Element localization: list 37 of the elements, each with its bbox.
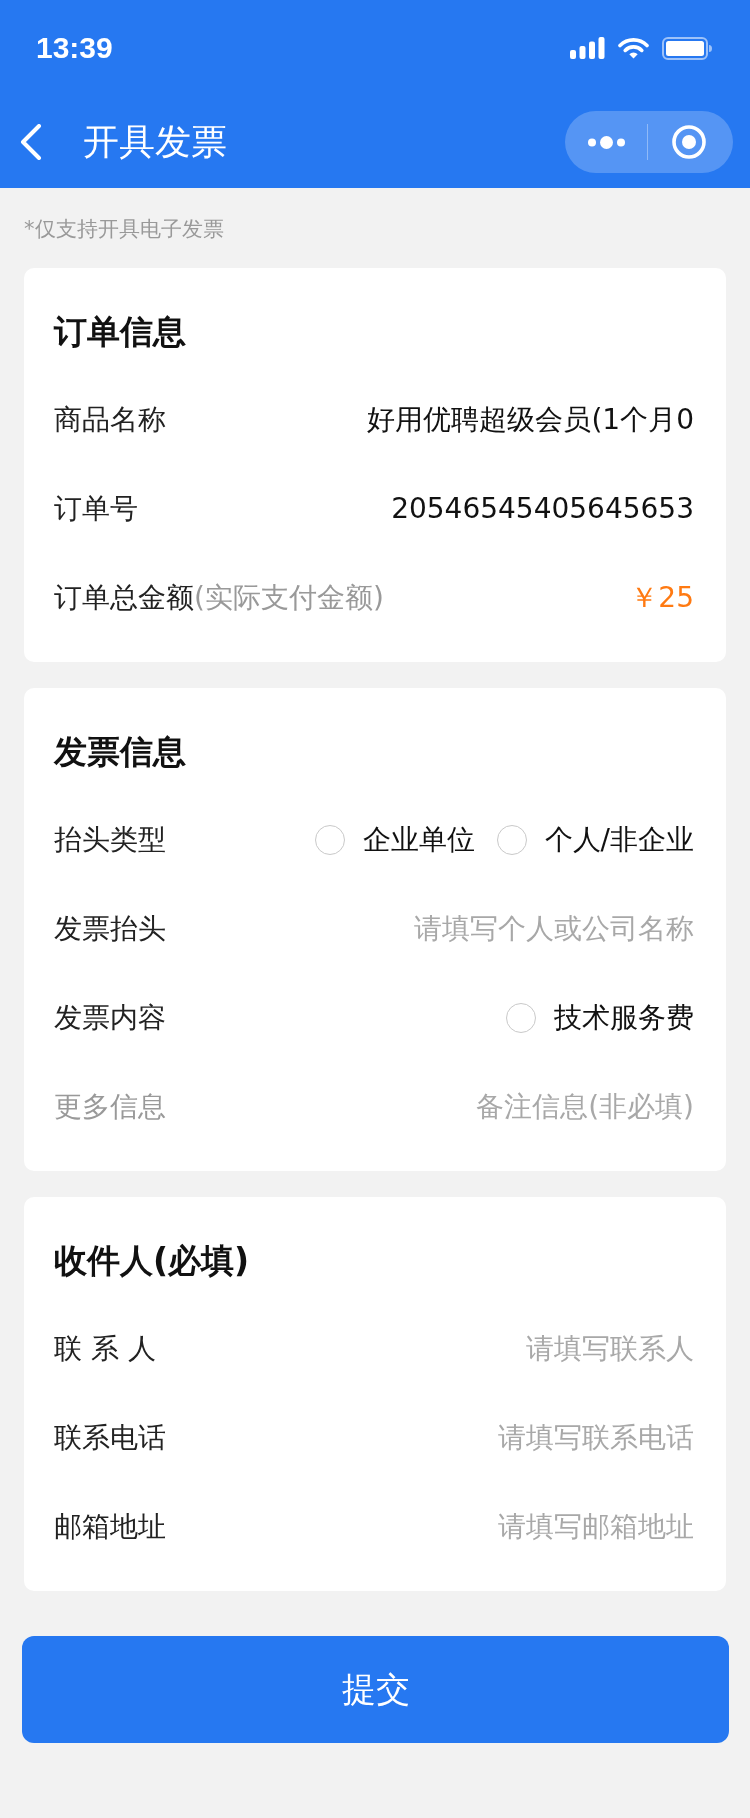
radio-label[interactable]: 企业单位 <box>362 821 475 858</box>
radio-label[interactable]: 技术服务费 <box>554 999 694 1036</box>
card-title: 发票信息 <box>54 731 187 773</box>
row-label: 联系电话 <box>54 1419 166 1456</box>
radio-button[interactable] <box>506 1002 536 1033</box>
wifi-icon <box>618 37 649 59</box>
more-icon[interactable] <box>588 135 625 149</box>
amount-value: ￥25 <box>630 579 694 616</box>
input-field[interactable]: 请填写联系人 <box>526 1330 694 1367</box>
row-label: 订单号 <box>54 490 138 527</box>
input-field[interactable]: 请填写邮箱地址 <box>498 1508 694 1545</box>
input-field[interactable]: 请填写个人或公司名称 <box>414 910 694 947</box>
row-value: 好用优聘超级会员(1个月0 <box>367 401 694 438</box>
row-label: 订单总金额(实际支付金额) <box>54 579 384 616</box>
card-title: 收件人(必填) <box>54 1240 251 1282</box>
radio-button[interactable] <box>496 824 527 855</box>
row-label: 抬头类型 <box>54 821 166 858</box>
submit-button[interactable]: 提交 <box>22 1636 729 1743</box>
status-time: 13:39 <box>36 31 113 65</box>
signal-icon <box>570 37 605 59</box>
target-icon[interactable] <box>672 125 706 159</box>
input-field[interactable]: 备注信息(非必填) <box>476 1088 694 1125</box>
row-label: 邮箱地址 <box>54 1508 166 1545</box>
row-label: 发票内容 <box>54 999 166 1036</box>
row-label: 发票抬头 <box>54 910 166 947</box>
row-value: 20546545405645653 <box>391 490 694 527</box>
row-label: 联 系 人 <box>54 1330 156 1367</box>
radio-label[interactable]: 个人/非企业 <box>544 821 694 858</box>
row-label: 更多信息 <box>54 1088 166 1125</box>
row-label: 商品名称 <box>54 401 166 438</box>
radio-button[interactable] <box>314 824 345 855</box>
card-title: 订单信息 <box>54 311 187 353</box>
back-icon[interactable] <box>20 124 42 160</box>
battery-icon <box>662 36 712 60</box>
notice-text: *仅支持开具电子发票 <box>24 216 225 242</box>
input-field[interactable]: 请填写联系电话 <box>498 1419 694 1456</box>
page-title: 开具发票 <box>83 120 227 164</box>
